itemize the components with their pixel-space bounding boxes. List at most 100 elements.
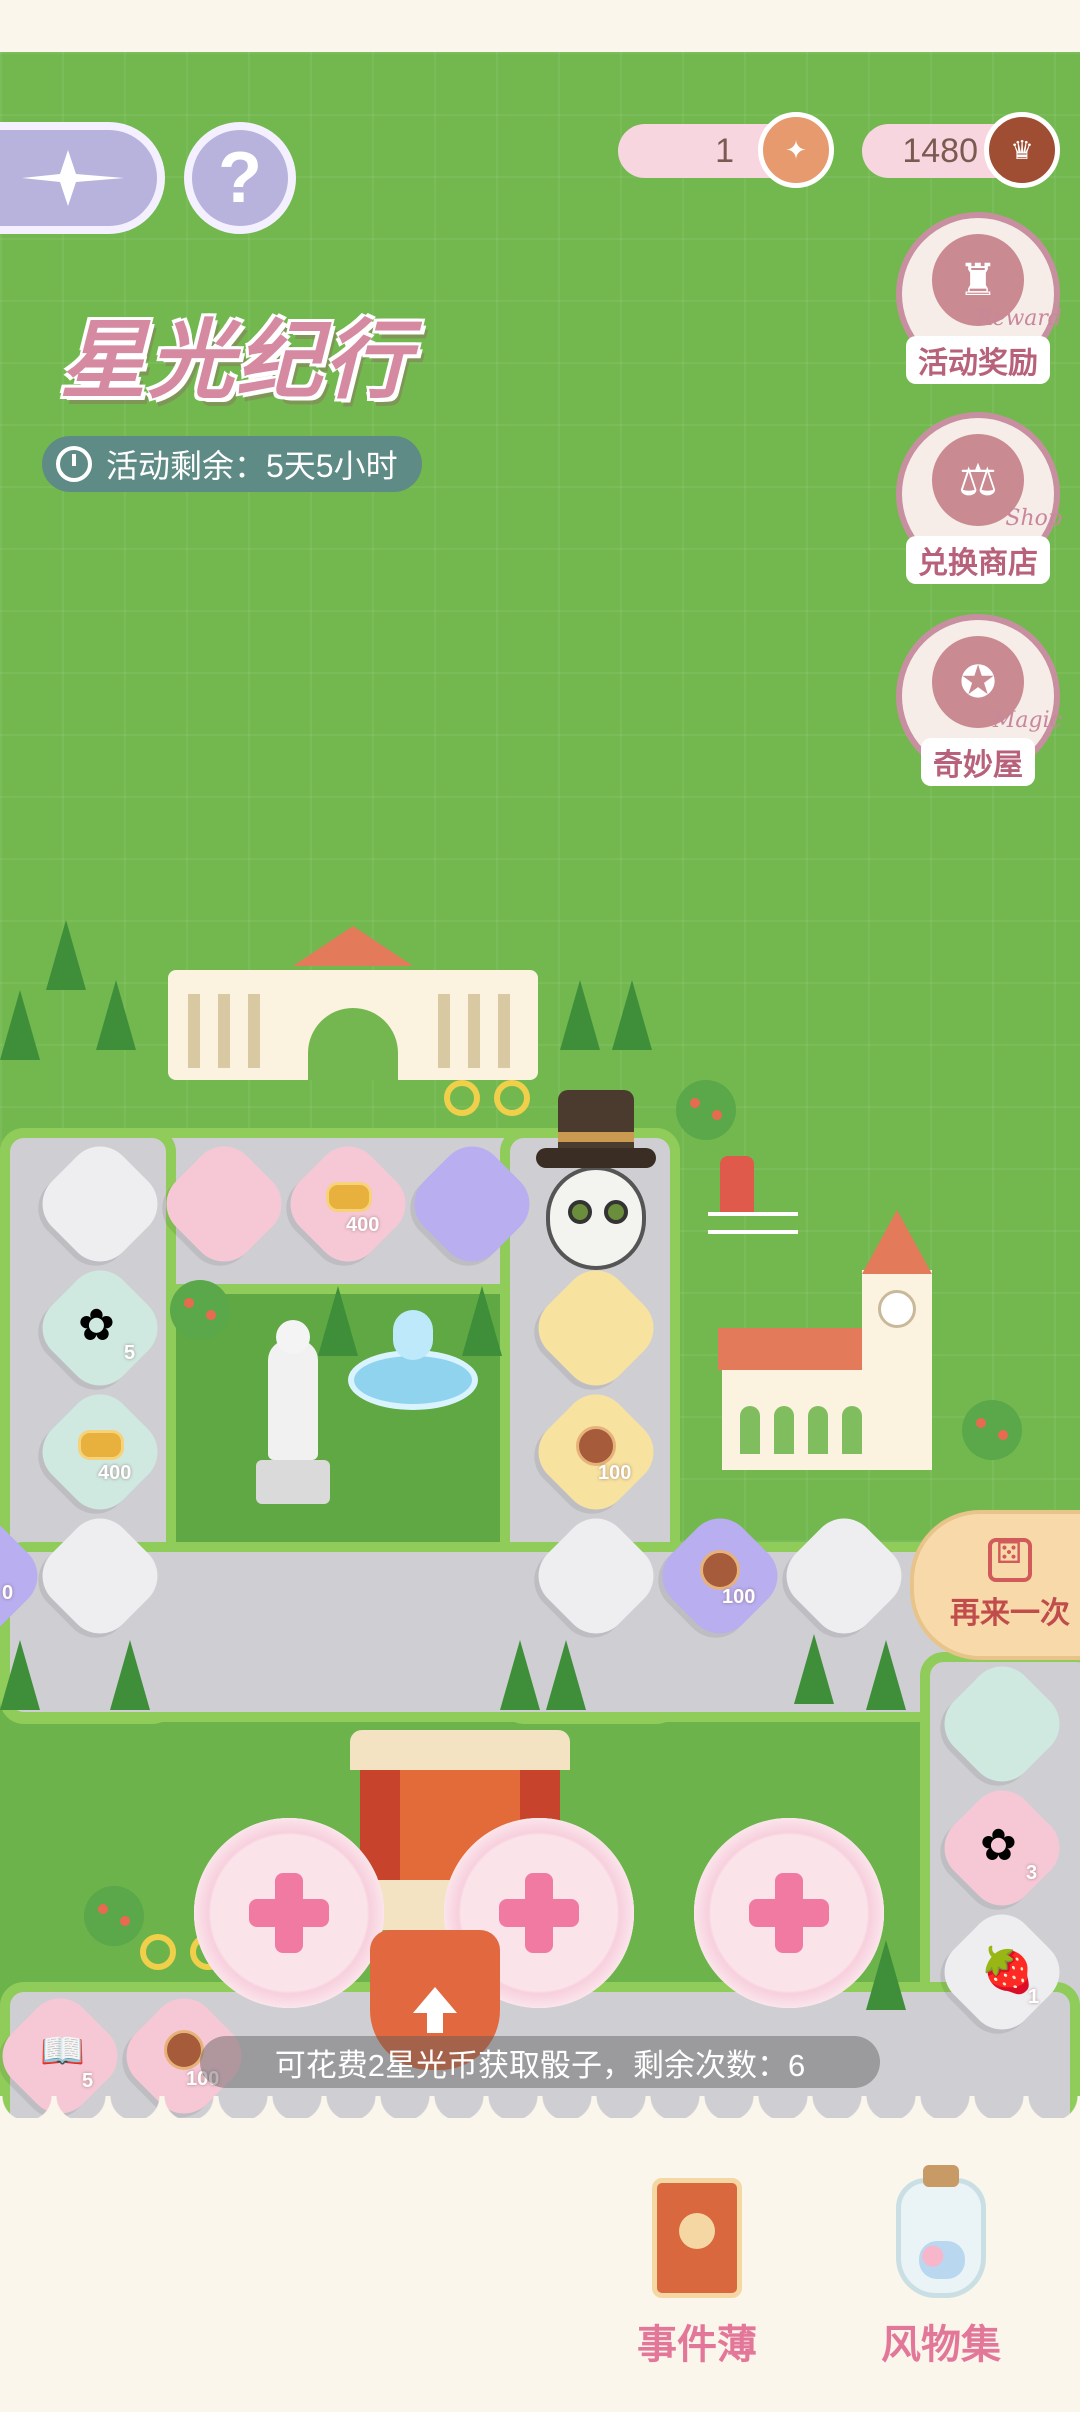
tile-content: 0 (0, 1526, 30, 1626)
back-button[interactable] (0, 122, 165, 234)
tree (96, 980, 136, 1050)
dice-count: 1 (715, 131, 734, 170)
plus-icon (499, 1873, 579, 1953)
tile-content: 🍓 1 (952, 1922, 1052, 2022)
magic-button[interactable]: ✪ Magic 奇妙屋 (896, 614, 1062, 786)
dice-slot-1[interactable] (194, 1818, 384, 2008)
tree (0, 990, 40, 1060)
tile-content: 400 (298, 1154, 398, 1254)
top-hat (558, 1090, 634, 1154)
star-coin-icon (576, 1426, 616, 1466)
gate-roof (293, 926, 413, 966)
fountain-top (393, 1310, 433, 1360)
tree (794, 1634, 834, 1704)
event-book-label: 事件薄 (637, 2323, 757, 2367)
shop-tag: Shop (1005, 506, 1062, 531)
rainbow-gem-icon: ✿ (980, 1821, 1017, 1870)
tile-content: ✿ 5 (50, 1278, 150, 1378)
magic-tag: Magic (992, 708, 1062, 733)
rainbow-gem-icon: ✿ (78, 1301, 115, 1350)
tree (46, 920, 86, 990)
coin-count: 1480 (902, 131, 978, 170)
gate-pillar (188, 994, 200, 1068)
dice-purchase-hint: 可花费2星光币获取骰子，剩余次数：6 (200, 2036, 880, 2088)
help-button[interactable]: ? (184, 122, 296, 234)
top-status-strip (0, 0, 1080, 52)
shop-label: 兑换商店 (906, 536, 1050, 584)
tower-clock-icon (878, 1290, 916, 1328)
collection-button[interactable]: 风物集 (856, 2165, 1026, 2388)
tile-amount: 5 (124, 1342, 136, 1364)
mascot-eye (568, 1200, 592, 1224)
church-roof (718, 1328, 886, 1370)
book-icon: 📖 (40, 2030, 85, 2071)
gate-pillar (248, 994, 260, 1068)
bike-wheel (444, 1080, 480, 1116)
fountain (348, 1310, 478, 1410)
bottom-nav: 事件薄 风物集 (0, 2096, 1080, 2412)
gate-pillar (468, 994, 480, 1068)
tile-amount: 5 (82, 2070, 94, 2092)
bike-wheel (140, 1934, 176, 1970)
stage-canopy (350, 1730, 570, 1770)
tile-content: 📖 5 (10, 2006, 110, 2106)
timer-text: 活动剩余：5天5小时 (106, 448, 398, 484)
collection-label: 风物集 (881, 2323, 1001, 2367)
tile-amount: 100 (722, 1586, 756, 1608)
plus-icon (249, 1873, 329, 1953)
tile-amount: 0 (2, 1582, 14, 1604)
help-label: ? (218, 138, 262, 218)
bike-wheel (494, 1080, 530, 1116)
tree (866, 1640, 906, 1710)
tile-content: 400 (50, 1402, 150, 1502)
reward-button[interactable]: ♜ Reward 活动奖励 (896, 212, 1062, 384)
magic-label: 奇妙屋 (921, 738, 1035, 786)
reading-statue (248, 1320, 338, 1510)
dice-icon (988, 1536, 1032, 1582)
hat-brim (536, 1148, 656, 1168)
tile-content: 100 (546, 1402, 646, 1502)
apple-tree (676, 1080, 736, 1140)
tile-content: 100 (670, 1526, 770, 1626)
reward-label: 活动奖励 (906, 336, 1050, 384)
tree (560, 980, 600, 1050)
sparkle-arrow-icon (21, 150, 124, 206)
tree (0, 1640, 40, 1710)
dice-slot-3[interactable] (694, 1818, 884, 2008)
roll-again-label: 再来一次 (950, 1597, 1070, 1630)
roll-again-tile: 再来一次 (910, 1510, 1080, 1660)
event-book-button[interactable]: 事件薄 (612, 2178, 782, 2388)
tile-content: ✿ 3 (952, 1798, 1052, 1898)
scallop-edge (0, 2096, 1080, 2140)
jar-icon (896, 2165, 986, 2298)
tile-amount: 400 (98, 1462, 132, 1484)
mailbox-icon (720, 1156, 754, 1216)
clock-tower-church (718, 1210, 932, 1470)
star-coin-icon (700, 1550, 740, 1590)
apple-tree (962, 1400, 1022, 1460)
gate-pillar (438, 994, 450, 1068)
tile-amount: 100 (598, 1462, 632, 1484)
gift-bag-icon: 🍓 (980, 1946, 1035, 1995)
clock-icon (56, 446, 92, 482)
mascot-eye (604, 1200, 628, 1224)
tile-amount: 3 (1026, 1862, 1038, 1884)
church-window (808, 1406, 828, 1454)
tile-amount: 400 (346, 1214, 380, 1236)
church-window (740, 1406, 760, 1454)
church-window (774, 1406, 794, 1454)
tile-amount: 1 (1028, 1986, 1040, 2008)
tree (110, 1640, 150, 1710)
tree (612, 980, 652, 1050)
star-coin-icon (164, 2030, 204, 2070)
star-coin-icon: ♛ (984, 112, 1060, 188)
gate-pillar (218, 994, 230, 1068)
academy-gate (168, 920, 538, 1080)
gate-pillar (498, 994, 510, 1068)
statue-body (268, 1340, 318, 1460)
gold-coins-icon (78, 1430, 124, 1460)
shop-button[interactable]: ⚖ Shop 兑换商店 (896, 412, 1062, 584)
apple-tree (170, 1280, 230, 1340)
church-spire (862, 1210, 932, 1274)
event-timer: 活动剩余：5天5小时 (42, 436, 422, 492)
